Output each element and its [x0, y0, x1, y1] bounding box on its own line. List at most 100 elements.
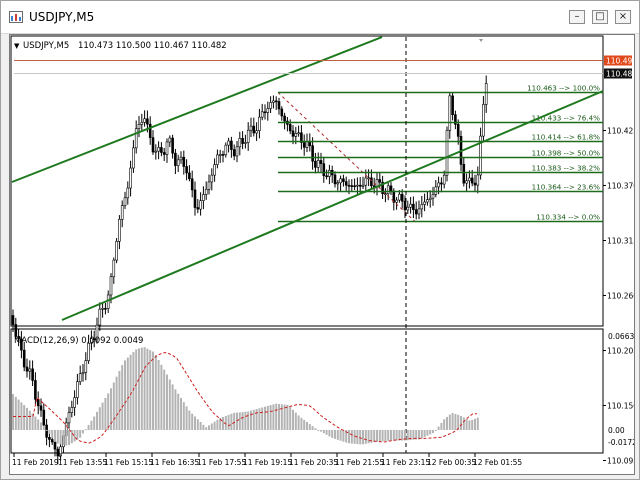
- candle-body: [210, 174, 214, 183]
- chart-symbol-label: USDJPY,M5: [23, 41, 69, 51]
- maximize-button[interactable]: □: [592, 10, 608, 24]
- macd-histogram-bar: [303, 419, 306, 430]
- macd-histogram-bar: [12, 394, 14, 430]
- candle-body: [484, 83, 488, 105]
- candle-body: [53, 441, 57, 450]
- macd-histogram-bar: [272, 404, 275, 430]
- macd-histogram-bar: [194, 416, 196, 430]
- macd-histogram-bar: [247, 411, 250, 430]
- macd-histogram-bar: [474, 418, 476, 430]
- candle-body: [409, 203, 412, 208]
- candle-body: [398, 193, 401, 201]
- macd-histogram-bar: [348, 430, 350, 444]
- macd-histogram-bar: [395, 430, 398, 441]
- macd-histogram-bar: [289, 407, 292, 430]
- candle-body: [137, 124, 141, 129]
- candle-body: [328, 169, 331, 177]
- candle-body: [350, 185, 354, 187]
- macd-histogram-bar: [336, 430, 339, 440]
- macd-histogram-bar: [45, 429, 48, 431]
- candle-body: [468, 177, 471, 182]
- candle-body: [395, 199, 398, 203]
- price-tick-label: 110.315: [607, 237, 634, 246]
- candle-body: [101, 308, 104, 310]
- close-button[interactable]: ×: [615, 10, 631, 24]
- macd-histogram-bar: [132, 352, 135, 430]
- macd-histogram-bar: [294, 412, 297, 430]
- macd-histogram-bar: [210, 423, 213, 430]
- candle-body: [353, 185, 356, 187]
- candle-body: [336, 182, 340, 185]
- bid-price-label: 110.482: [606, 70, 634, 79]
- candle-body: [126, 187, 130, 199]
- macd-histogram-bar: [138, 348, 140, 430]
- chart-window: USDJPY,M5 – □ × 110.463 --> 100.0% 110.43…: [0, 0, 640, 480]
- candle-body: [185, 166, 188, 174]
- candle-body: [249, 125, 253, 131]
- macd-histogram-bar: [149, 350, 152, 430]
- macd-histogram-bar: [135, 349, 138, 430]
- candle-body: [333, 174, 337, 185]
- candle-body: [81, 372, 85, 375]
- macd-histogram-bar: [96, 411, 98, 430]
- candle-body: [448, 95, 452, 131]
- candle-body: [232, 149, 236, 157]
- macd-histogram-bar: [174, 389, 177, 430]
- price-tick-label: 110.205: [607, 347, 634, 356]
- candle-body: [154, 150, 158, 153]
- macd-histogram-bar: [140, 347, 143, 430]
- candle-body: [378, 179, 382, 183]
- candle-body: [297, 132, 300, 135]
- candle-body: [56, 448, 60, 457]
- macd-histogram-bar: [306, 421, 308, 430]
- macd-histogram-bar: [286, 404, 289, 430]
- candle-body: [319, 160, 323, 164]
- candle-body: [50, 439, 54, 443]
- macd-histogram-bar: [376, 430, 378, 442]
- ask-price-label: 110.495: [606, 57, 634, 66]
- candle-body: [260, 111, 264, 118]
- macd-histogram-bar: [208, 425, 210, 430]
- macd-histogram-bar: [429, 430, 432, 435]
- candle-body: [442, 174, 446, 185]
- candle-body: [67, 412, 71, 424]
- macd-histogram-bar: [465, 418, 468, 430]
- macd-histogram-bar: [26, 407, 28, 430]
- macd-histogram-bar: [213, 421, 216, 430]
- chart-canvas[interactable]: 110.463 --> 100.0% 110.433 --> 76.4% 110.4…: [10, 35, 638, 474]
- candle-body: [171, 137, 174, 154]
- candle-body: [470, 177, 474, 184]
- candle-body: [14, 324, 18, 337]
- candle-body: [190, 178, 194, 191]
- macd-histogram-bar: [143, 347, 146, 430]
- minimize-button[interactable]: –: [569, 10, 585, 24]
- macd-histogram-bar: [250, 410, 252, 430]
- macd-scale-top: 0.0663: [608, 332, 634, 341]
- macd-histogram-bar: [59, 430, 62, 445]
- candle-body: [451, 95, 454, 115]
- macd-histogram-bar: [160, 364, 163, 430]
- candle-body: [241, 138, 244, 144]
- candle-body: [238, 138, 242, 148]
- price-pane[interactable]: [10, 35, 604, 327]
- candle-body: [25, 366, 29, 372]
- candle-body: [227, 140, 230, 146]
- macd-histogram-bar: [98, 407, 101, 430]
- candle-body: [428, 197, 432, 200]
- candle-body: [221, 154, 225, 156]
- candle-body: [112, 259, 116, 278]
- candle-body: [412, 203, 415, 210]
- minimize-icon: –: [574, 11, 580, 22]
- macd-histogram-bar: [255, 409, 258, 430]
- chart-area[interactable]: 110.463 --> 100.0% 110.433 --> 76.4% 110.4…: [9, 34, 638, 475]
- candle-body: [400, 193, 404, 202]
- maximize-icon: □: [595, 11, 605, 22]
- macd-scale-zero: 0.00: [608, 426, 625, 435]
- candle-body: [342, 178, 345, 182]
- collapse-arrow-icon[interactable]: ▼: [14, 42, 20, 50]
- macd-pane[interactable]: [10, 328, 604, 454]
- candle-body: [414, 209, 418, 215]
- title-bar[interactable]: USDJPY,M5 – □ ×: [1, 1, 639, 34]
- candle-body: [308, 141, 312, 146]
- macd-histogram-bar: [423, 430, 426, 438]
